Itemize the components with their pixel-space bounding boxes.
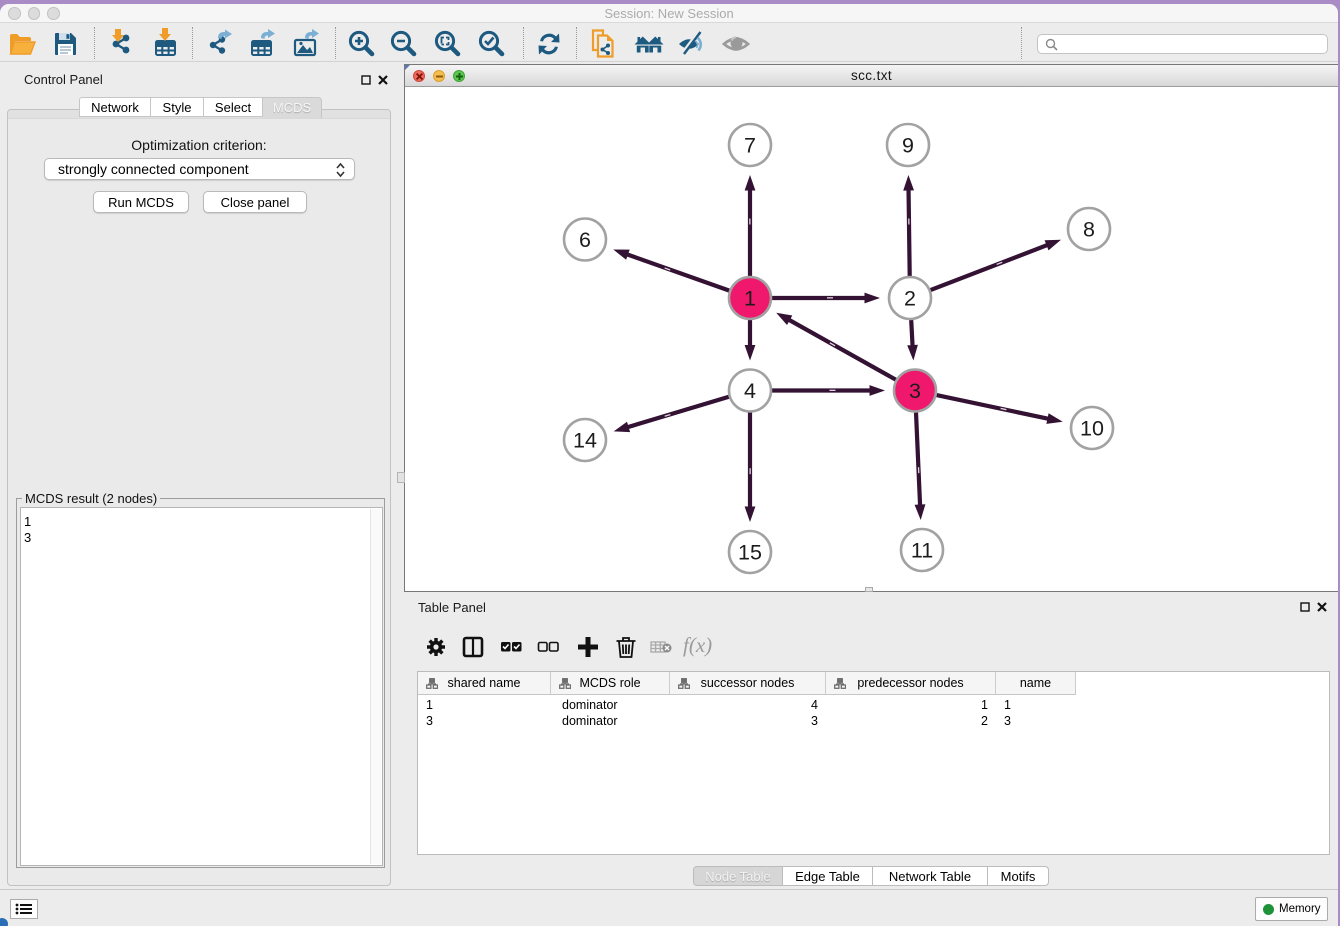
svg-text:f(x): f(x)	[683, 633, 712, 657]
svg-text:15: 15	[738, 541, 762, 565]
svg-text:14: 14	[573, 429, 597, 453]
svg-text:3: 3	[909, 379, 921, 403]
svg-text:2: 2	[904, 287, 916, 311]
svg-text:4: 4	[744, 379, 756, 403]
svg-text:6: 6	[579, 228, 591, 252]
svg-text:8: 8	[1083, 218, 1095, 242]
svg-text:10: 10	[1080, 417, 1104, 441]
svg-text:1: 1	[744, 287, 756, 311]
svg-text:11: 11	[911, 539, 933, 563]
svg-text:7: 7	[744, 134, 756, 158]
svg-text:9: 9	[902, 134, 914, 158]
